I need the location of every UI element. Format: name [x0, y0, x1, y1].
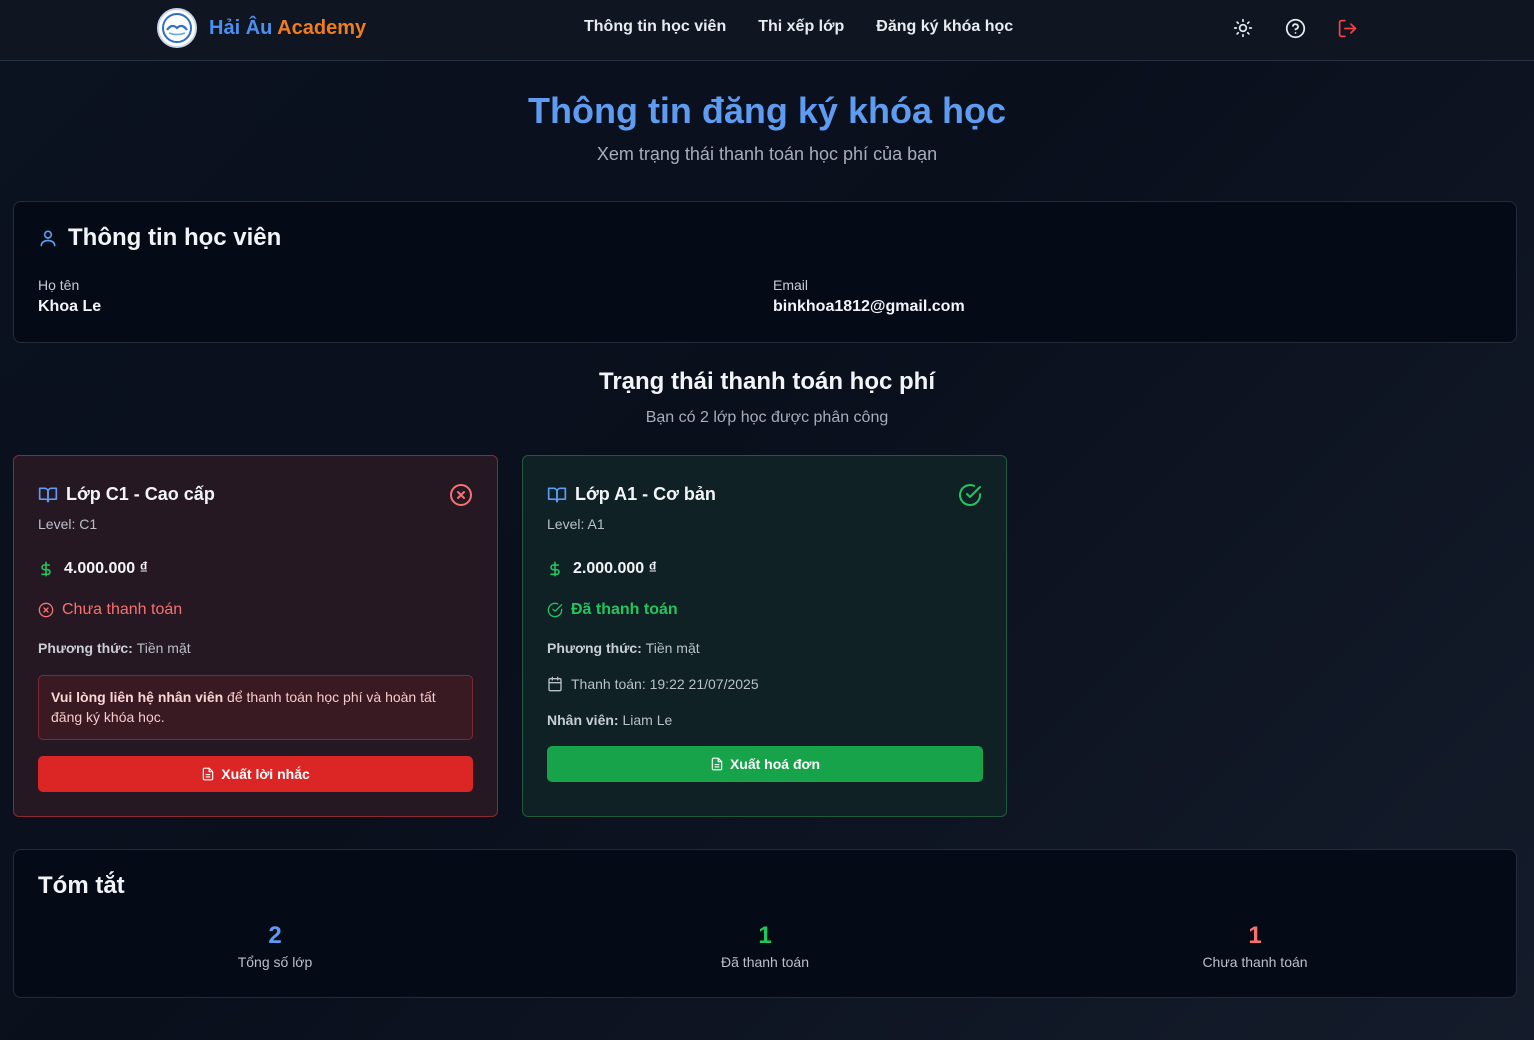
staff: Nhân viên: Liam Le — [547, 712, 672, 728]
payment-status-text: Chưa thanh toán — [62, 601, 183, 618]
payment-status: Chưa thanh toán — [38, 601, 182, 619]
course-title: Lớp C1 - Cao cấp — [38, 484, 215, 505]
paid-at: Thanh toán: 19:22 21/07/2025 — [547, 676, 759, 692]
x-circle-icon — [38, 602, 54, 618]
course-card-a1: Lớp A1 - Cơ bản Level: A1 2.000.000 ₫ Đã… — [522, 455, 1007, 817]
file-text-icon — [202, 767, 214, 781]
payment-method-label: Phương thức: — [38, 640, 133, 656]
academy-logo — [157, 8, 197, 48]
nav-course-registration[interactable]: Đăng ký khóa học — [876, 18, 1013, 36]
student-info-heading: Thông tin học viên — [38, 224, 281, 252]
header-tools — [1232, 17, 1388, 39]
user-icon — [40, 230, 56, 247]
course-level: Level: A1 — [547, 516, 605, 532]
sun-icon[interactable] — [1232, 17, 1254, 39]
help-circle-icon[interactable] — [1284, 17, 1306, 39]
check-circle-icon — [547, 602, 563, 618]
course-price: 4.000.000 ₫ — [38, 560, 148, 578]
student-name: Khoa Le — [38, 298, 102, 315]
payment-status-subtitle: Bạn có 2 lớp học được phân công — [645, 409, 889, 426]
summary-card: Tóm tắt 2 Tổng số lớp 1 Đã thanh toán 1 … — [13, 849, 1517, 998]
course-name: Lớp C1 - Cao cấp — [66, 484, 215, 504]
page-title: Thông tin đăng ký khóa học — [527, 90, 1006, 131]
page-subtitle: Xem trạng thái thanh toán học phí của bạ… — [596, 144, 938, 164]
payment-notice: Vui lòng liên hệ nhân viên để thanh toán… — [38, 675, 473, 740]
book-open-icon — [38, 487, 58, 502]
payment-status-title: Trạng thái thanh toán học phí — [599, 368, 935, 395]
stat-label: Tổng số lớp — [237, 954, 313, 970]
main-nav: Thông tin học viên Thi xếp lớp Đăng ký k… — [584, 18, 1045, 36]
email-label: Email — [773, 277, 809, 293]
payment-method: Phương thức: Tiền mặt — [547, 640, 700, 656]
course-level: Level: C1 — [38, 516, 98, 532]
payment-status: Đã thanh toán — [547, 601, 678, 619]
check-circle-icon — [958, 483, 982, 512]
dollar-icon — [41, 561, 51, 577]
export-invoice-label: Xuất hoá đơn — [729, 756, 821, 772]
export-invoice-button[interactable]: Xuất hoá đơn — [547, 746, 983, 782]
payment-method: Phương thức: Tiền mặt — [38, 640, 191, 656]
dollar-icon — [550, 561, 560, 577]
x-circle-icon — [449, 483, 473, 512]
book-open-icon — [547, 487, 567, 502]
nav-student-info[interactable]: Thông tin học viên — [584, 18, 726, 36]
calendar-icon — [548, 676, 562, 692]
course-price: 2.000.000 ₫ — [547, 560, 657, 578]
stat-value: 1 — [758, 922, 772, 949]
student-info-title: Thông tin học viên — [68, 224, 282, 251]
stat-total-classes: 2 Tổng số lớp — [30, 922, 520, 970]
stat-value: 1 — [1248, 922, 1262, 949]
payment-status-text: Đã thanh toán — [571, 601, 678, 618]
notice-bold-text: Vui lòng liên hệ nhân viên — [51, 689, 224, 705]
stat-paid: 1 Đã thanh toán — [520, 922, 1010, 970]
stat-label: Đã thanh toán — [721, 954, 809, 970]
payment-method-value: Tiền mặt — [136, 640, 191, 656]
staff-label: Nhân viên: — [547, 712, 619, 728]
stat-unpaid: 1 Chưa thanh toán — [1010, 922, 1500, 970]
stat-label: Chưa thanh toán — [1202, 954, 1308, 970]
course-card-c1: Lớp C1 - Cao cấp Level: C1 4.000.000 ₫ C… — [13, 455, 498, 817]
student-info-card: Thông tin học viên Họ tên Khoa Le Email … — [13, 201, 1517, 343]
file-text-icon — [711, 757, 723, 771]
export-reminder-button[interactable]: Xuất lời nhắc — [38, 756, 473, 792]
payment-method-value: Tiền mặt — [645, 640, 700, 656]
stat-value: 2 — [268, 922, 282, 949]
student-email: binkhoa1812@gmail.com — [773, 298, 965, 315]
course-title: Lớp A1 - Cơ bản — [547, 484, 716, 505]
course-price-value: 2.000.000 ₫ — [573, 560, 657, 577]
payment-method-label: Phương thức: — [547, 640, 642, 656]
paid-at-text: Thanh toán: 19:22 21/07/2025 — [571, 676, 759, 692]
brand[interactable]: Hải Âu Academy — [157, 8, 366, 48]
brand-name-part1: Hải Âu — [209, 16, 273, 39]
export-reminder-label: Xuất lời nhắc — [221, 766, 310, 782]
brand-name-part2: Academy — [277, 16, 367, 39]
summary-title: Tóm tắt — [38, 872, 125, 899]
name-label: Họ tên — [38, 277, 80, 293]
nav-placement-test[interactable]: Thi xếp lớp — [758, 18, 844, 36]
staff-name: Liam Le — [622, 712, 673, 728]
top-navbar: Hải Âu Academy Thông tin học viên Thi xế… — [0, 0, 1534, 61]
brand-name: Hải Âu Academy — [209, 17, 366, 40]
course-price-value: 4.000.000 ₫ — [64, 560, 148, 577]
logout-icon[interactable] — [1336, 17, 1358, 39]
course-name: Lớp A1 - Cơ bản — [575, 484, 716, 504]
